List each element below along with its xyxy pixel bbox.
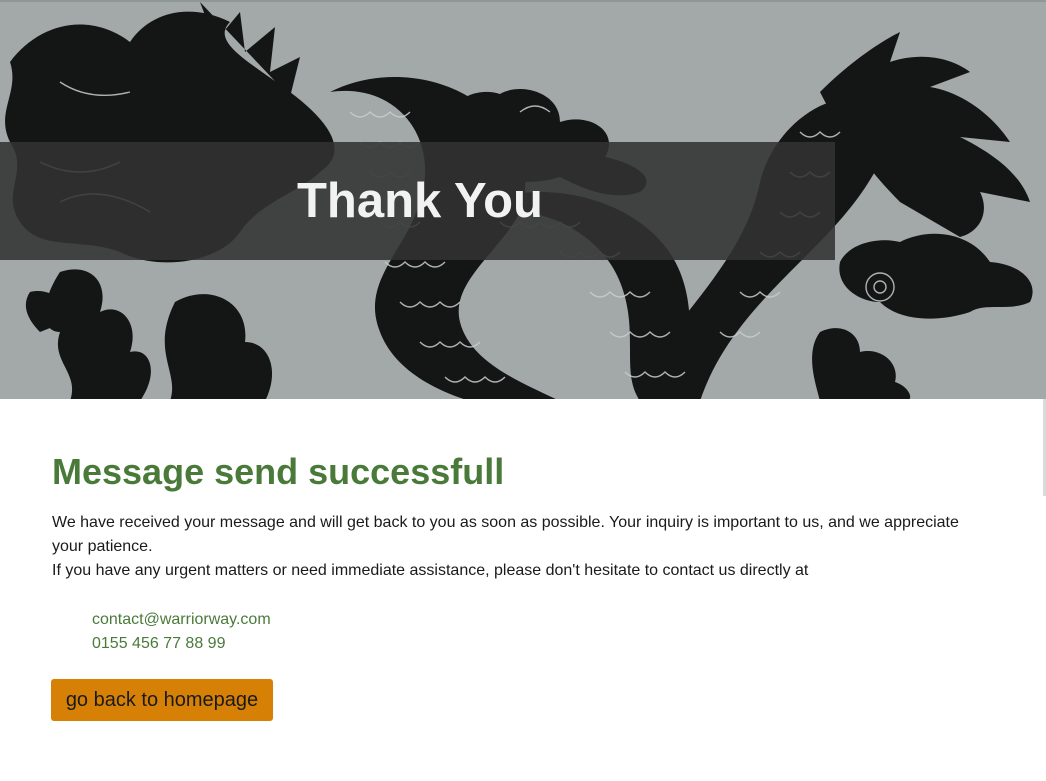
message-paragraph-1: We have received your message and will g… <box>52 514 959 555</box>
page-title: Thank You <box>297 174 543 228</box>
phone-link[interactable]: 0155 456 77 88 99 <box>92 632 992 656</box>
message-text: We have received your message and will g… <box>52 511 972 583</box>
go-back-homepage-button[interactable]: go back to homepage <box>51 679 273 721</box>
success-heading: Message send successfull <box>52 451 505 492</box>
main-content: Message send successfull We have receive… <box>52 450 992 656</box>
message-paragraph-2: If you have any urgent matters or need i… <box>52 562 809 579</box>
contact-list: contact@warriorway.com 0155 456 77 88 99 <box>92 608 992 656</box>
hero-section: Thank You <box>0 0 1046 399</box>
email-link[interactable]: contact@warriorway.com <box>92 608 992 632</box>
